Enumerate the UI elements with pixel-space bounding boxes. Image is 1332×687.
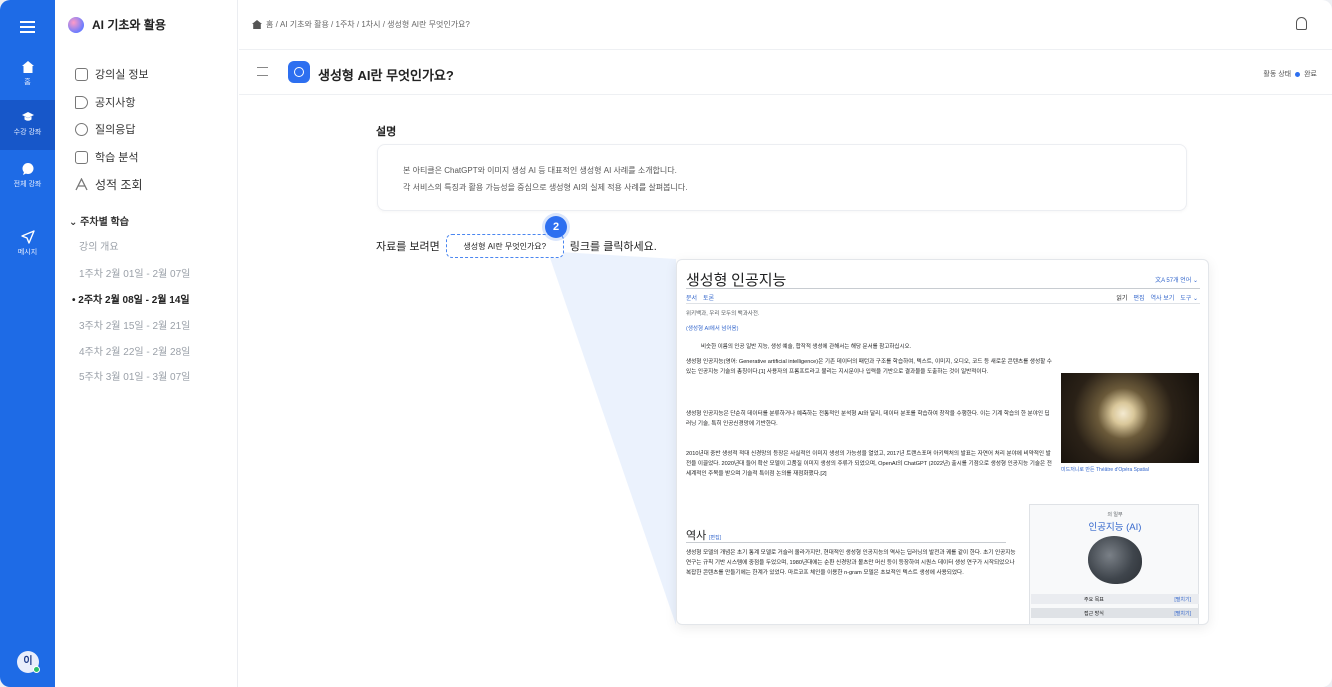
- language-selector[interactable]: 文A 57개 언어 ⌄: [1155, 275, 1198, 284]
- tab-history[interactable]: 역사 보기: [1151, 293, 1175, 302]
- wiki-hatnote: 비슷한 이름의 인공 일반 지능, 생성 예술, 합작적 생성에 관해서는 해당…: [701, 344, 912, 350]
- wiki-from-line: 위키백과, 우리 모두의 백과사전.: [686, 311, 760, 317]
- tab-read[interactable]: 읽기: [1116, 293, 1127, 302]
- wiki-paragraph: 생성형 인공지능(영어: Generative artificial intel…: [686, 359, 1052, 375]
- tab-article[interactable]: 문서: [686, 293, 697, 302]
- wiki-article-image[interactable]: [1061, 373, 1199, 463]
- step-badge: 2: [545, 216, 567, 238]
- infobox-row-toggle[interactable]: [펼치기]: [1174, 610, 1191, 617]
- infobox-row-key: 접근 방식: [1084, 611, 1104, 617]
- infobox-row-key: 주요 목표: [1084, 597, 1104, 603]
- wiki-paragraph: 2010년대 중반 생성적 적대 신경망의 등장은 사실적인 이미지 생성의 가…: [686, 451, 1052, 477]
- tab-talk[interactable]: 토론: [703, 293, 714, 302]
- wiki-paragraph: 생성형 모델의 개념은 초기 통계 모델로 거슬러 올라가지만, 현대적인 생성…: [686, 550, 1016, 576]
- heading-text: 역사: [686, 530, 707, 542]
- wiki-preview[interactable]: 생성형 인공지능 文A 57개 언어 ⌄ 문서 토론 읽기 편집 역사 보기 도…: [676, 259, 1209, 625]
- article-link[interactable]: 생성형 AI란 무엇인가요?: [445, 234, 564, 258]
- infobox-row[interactable]: 접근 방식 [펼치기]: [1031, 608, 1199, 618]
- instruction-text: 링크를 클릭하세요.: [569, 241, 657, 253]
- wiki-title: 생성형 인공지능: [686, 273, 787, 289]
- instruction-row: 자료를 보려면 생성형 AI란 무엇인가요? 링크를 클릭하세요.: [376, 234, 657, 258]
- wiki-redirect[interactable]: (생성형 AI에서 넘어옴): [686, 324, 738, 332]
- wiki-tabs-right: 읽기 편집 역사 보기 도구 ⌄: [1116, 293, 1198, 302]
- edit-section-link[interactable]: [편집]: [709, 535, 721, 541]
- divider: [686, 288, 1200, 289]
- wiki-paragraph: 생성형 인공지능은 단순히 데이터를 분류하거나 예측하는 전통적인 분석형 A…: [686, 411, 1050, 427]
- tab-edit[interactable]: 편집: [1133, 293, 1144, 302]
- divider: [686, 542, 1006, 543]
- infobox-row[interactable]: 주요 목표 [펼치기]: [1031, 594, 1199, 604]
- wiki-tabs-left: 문서 토론: [686, 293, 714, 302]
- tab-tools[interactable]: 도구 ⌄: [1180, 293, 1198, 302]
- divider: [686, 303, 1200, 304]
- wiki-infobox: 의 일부 인공지능 (AI) 주요 목표 [펼치기] 접근 방식 [펼치기]: [1029, 504, 1200, 624]
- infobox-row-toggle[interactable]: [펼치기]: [1174, 596, 1191, 603]
- app-frame: 홈 수강 강좌 전체 강좌 메시지 이 AI 기초와 활용 강의실 정보 공지사…: [0, 0, 1332, 687]
- instruction-text: 자료를 보려면: [376, 241, 440, 253]
- wiki-image-caption: 미드저니로 만든 Théâtre d'Opéra Spatial: [1061, 467, 1149, 473]
- wiki-history-heading: 역사 [편집]: [686, 527, 721, 543]
- infobox-title[interactable]: 인공지능 (AI): [1030, 519, 1200, 533]
- brain-image: [1088, 536, 1142, 584]
- infobox-subtitle: 의 일부: [1107, 512, 1123, 518]
